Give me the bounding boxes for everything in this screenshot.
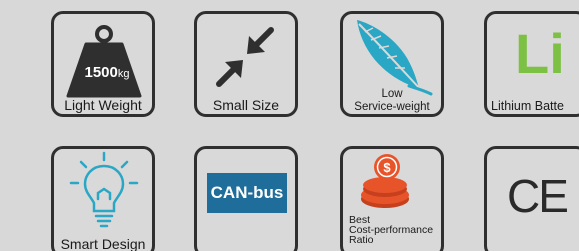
weight-unit: kg	[117, 68, 130, 80]
caption-low: Low	[381, 88, 403, 100]
caption-lithium-battery: Lithium Batte	[491, 99, 564, 113]
svg-text:$: $	[383, 160, 391, 175]
caption-service-weight: Service-weight	[354, 101, 430, 113]
caption-light-weight: Light Weight	[64, 97, 142, 113]
feature-tile-cost-performance: $ Best Cost-performance Ratio	[340, 146, 444, 251]
caption-smart-design: Smart Design	[60, 236, 146, 251]
caption-small-size: Small Size	[212, 97, 280, 113]
feature-tile-ce-mark: CE	[484, 146, 579, 251]
feature-tile-low-service-weight: Low Service-weight	[340, 11, 444, 117]
weight-value: 1500	[84, 64, 118, 81]
canbus-badge: CAN-bus	[207, 173, 287, 213]
caption-ratio: Ratio	[349, 234, 374, 246]
feature-tile-lithium-battery: Li Lithium Batte	[484, 11, 579, 117]
lithium-symbol: Li	[515, 22, 565, 85]
feature-tile-small-size: Small Size	[194, 11, 298, 117]
feature-tile-light-weight: 1500kg Light Weight	[51, 11, 155, 117]
feature-tile-smart-design: Smart Design	[51, 146, 155, 251]
feature-icon-grid: 1500kg Light Weight Small Size Low Servi…	[0, 0, 579, 251]
feature-tile-can-bus: CAN-bus	[194, 146, 298, 251]
weight-badge: 1500kg	[72, 64, 142, 81]
ce-mark-icon: CE	[507, 170, 569, 222]
